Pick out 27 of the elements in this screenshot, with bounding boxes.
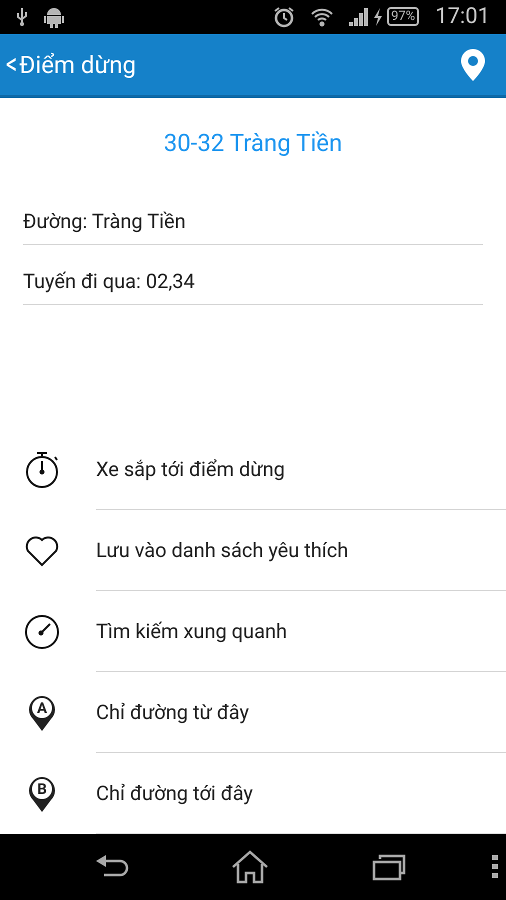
action-item[interactable]: Chỉ đường tới đây — [96, 778, 253, 808]
pin-letter: B — [36, 778, 48, 799]
screen-title: Điểm dừng — [19, 50, 138, 80]
home-icon[interactable] — [231, 850, 269, 884]
gauge-icon — [24, 614, 60, 650]
recent-apps-icon[interactable] — [372, 853, 406, 882]
info-text: Đường: Tràng Tiền — [23, 208, 186, 236]
heart-icon — [24, 534, 60, 567]
action-item[interactable]: Tìm kiếm xung quanh — [96, 616, 288, 646]
action-item[interactable]: Lưu vào danh sách yêu thích — [96, 535, 348, 566]
stopwatch-icon — [24, 450, 60, 489]
lightning-icon — [373, 8, 384, 26]
map-pin-icon[interactable] — [460, 48, 486, 80]
signal-icon — [349, 8, 370, 26]
wifi-icon — [311, 6, 334, 27]
clock: 17:01 — [435, 3, 490, 32]
stop-name: 30-32 Tràng Tiền — [162, 128, 344, 160]
info-text: Tuyến đi qua: 02,34 — [23, 268, 195, 296]
action-item[interactable]: Chỉ đường từ đây — [96, 697, 249, 728]
battery-level: 97% — [387, 7, 420, 26]
robot-icon — [44, 6, 64, 28]
back-button[interactable]: < — [6, 50, 18, 80]
action-item[interactable]: Xe sắp tới điểm dừng — [96, 454, 285, 484]
alarm-icon — [273, 6, 296, 28]
usb-icon — [16, 6, 28, 27]
pin-letter: A — [36, 698, 48, 718]
overflow-menu-icon[interactable] — [492, 855, 498, 880]
